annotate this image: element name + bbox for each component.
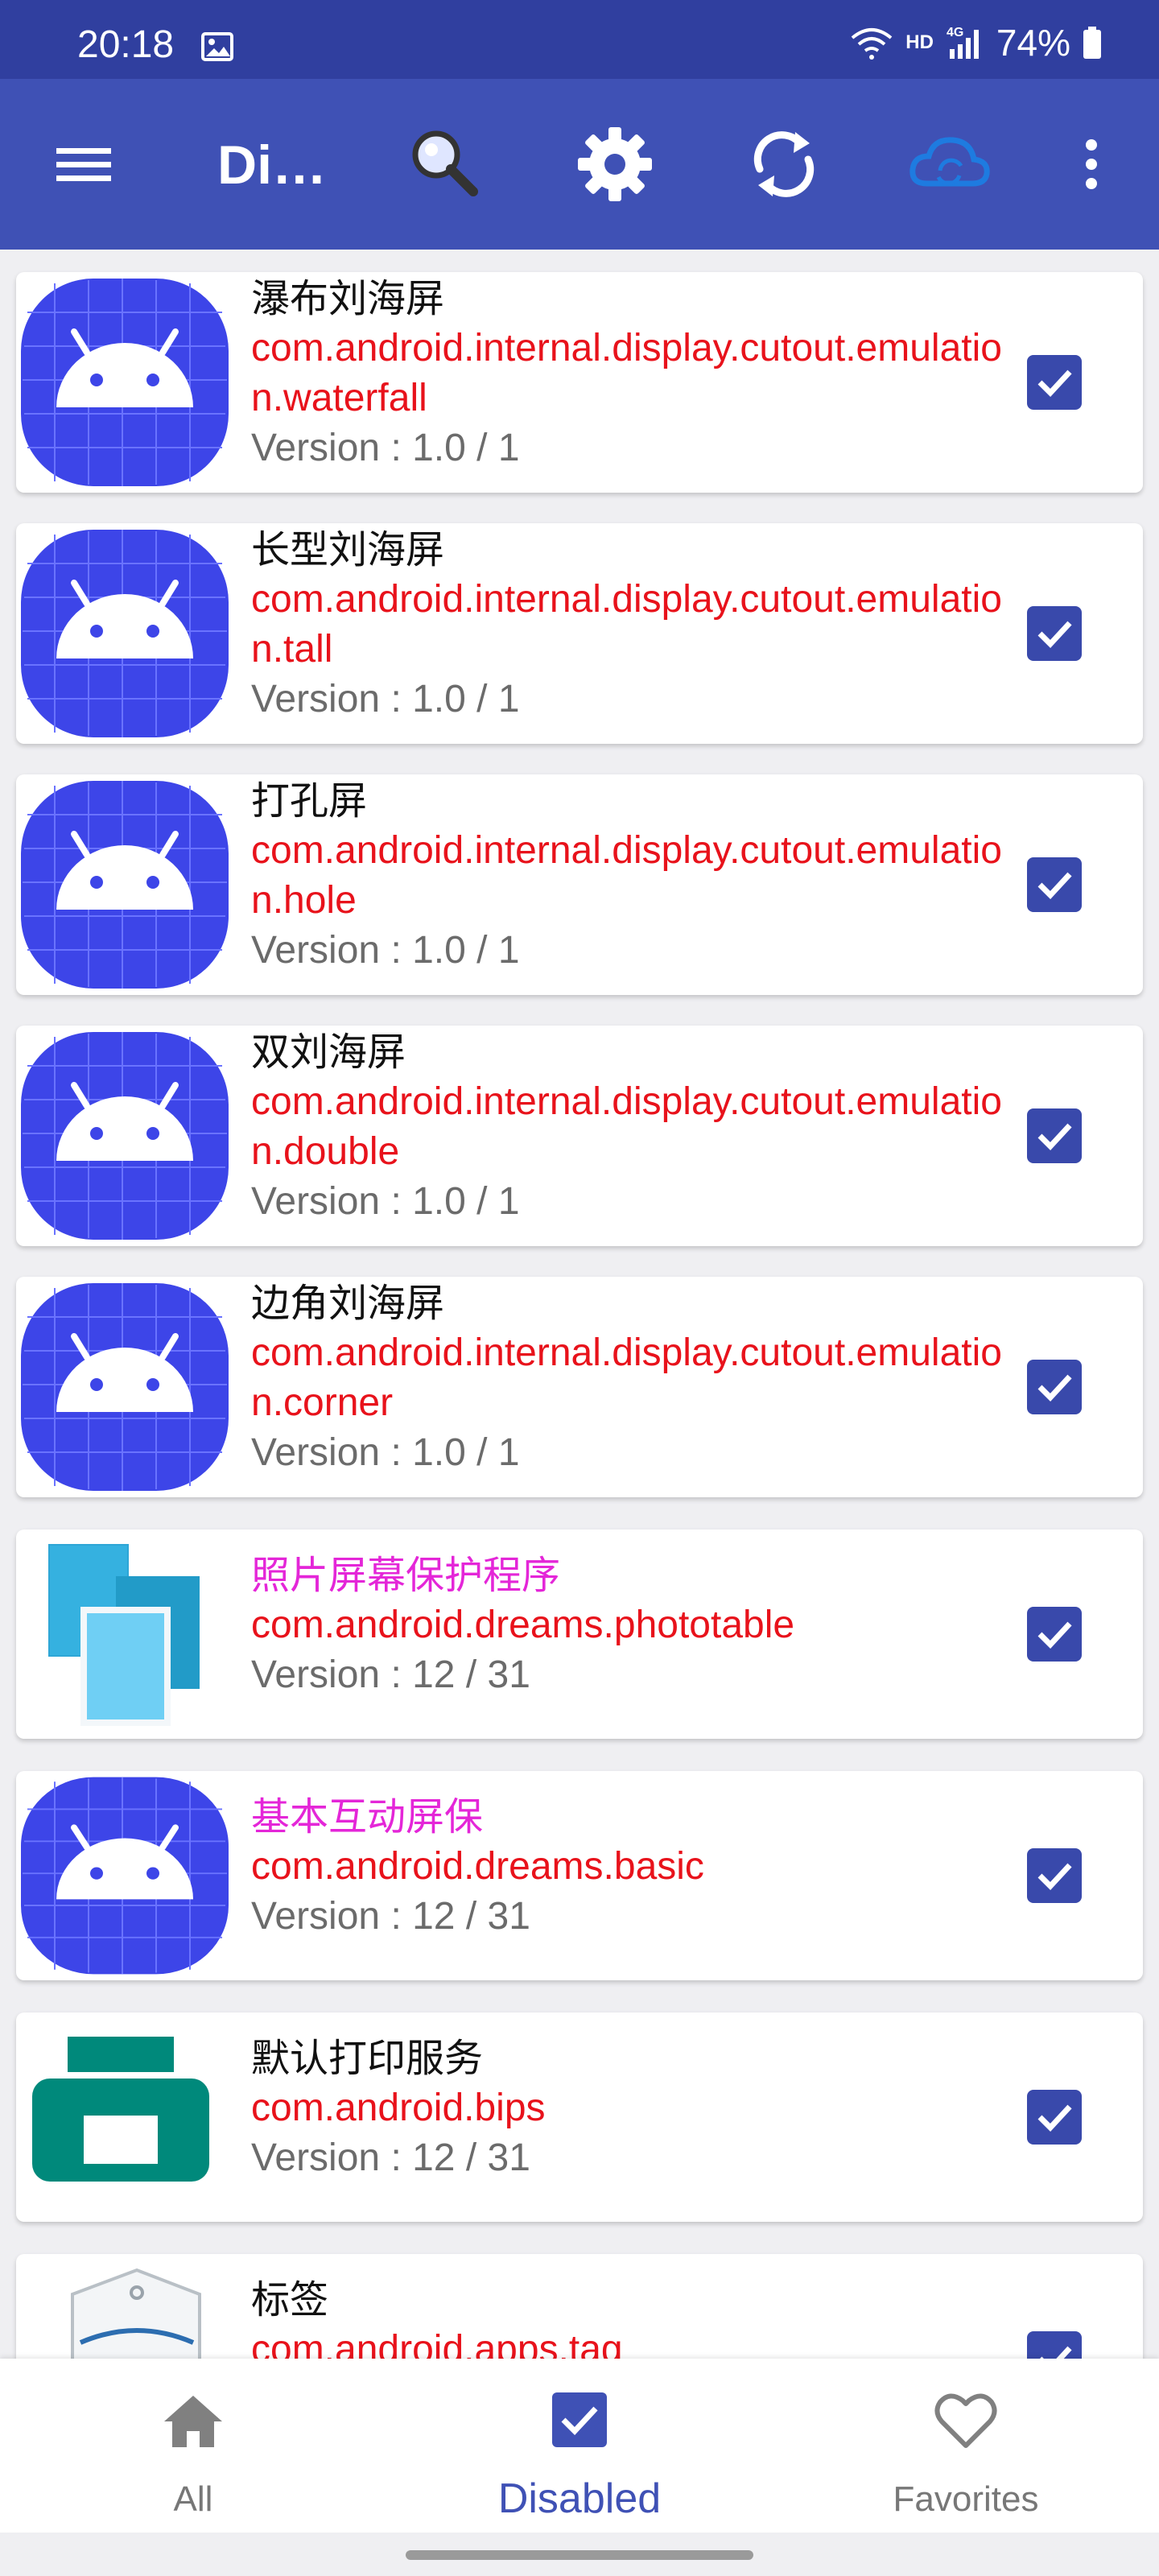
app-version: Version : 1.0 / 1 bbox=[251, 929, 520, 972]
app-list-item[interactable]: 照片屏幕保护程序 com.android.dreams.phototable V… bbox=[16, 1530, 1143, 1739]
battery-percent: 74% bbox=[996, 22, 1070, 64]
app-version: Version : 12 / 31 bbox=[251, 2136, 530, 2179]
app-list-item[interactable]: 长型刘海屏 com.android.internal.display.cutou… bbox=[16, 523, 1143, 744]
app-label: 双刘海屏 bbox=[251, 1031, 406, 1074]
checkmark-icon bbox=[1037, 621, 1072, 649]
home-icon bbox=[164, 2396, 222, 2447]
cloud-sync-icon[interactable] bbox=[905, 119, 995, 209]
app-package: com.android.dreams.basic bbox=[251, 1845, 704, 1888]
settings-gear-icon[interactable] bbox=[570, 119, 660, 209]
app-list-item[interactable]: 打孔屏 com.android.internal.display.cutout.… bbox=[16, 774, 1143, 995]
wifi-icon bbox=[851, 28, 893, 60]
app-version: Version : 1.0 / 1 bbox=[251, 678, 520, 720]
app-list-item[interactable]: 默认打印服务 com.android.bips Version : 12 / 3… bbox=[16, 2013, 1143, 2222]
app-package: com.android.internal.display.cutout.emul… bbox=[251, 829, 1002, 922]
app-label: 长型刘海屏 bbox=[251, 529, 445, 572]
app-list-item[interactable]: 标签 com.android.apps.tag bbox=[16, 2254, 1143, 2359]
checkmark-icon bbox=[1040, 2346, 1072, 2359]
android-icon bbox=[21, 1777, 229, 1975]
app-version: Version : 12 / 31 bbox=[251, 1895, 530, 1938]
app-list-item[interactable]: 基本互动屏保 com.android.dreams.basic Version … bbox=[16, 1771, 1143, 1980]
app-package: com.android.apps.tag bbox=[251, 2328, 623, 2359]
app-label: 瀑布刘海屏 bbox=[251, 278, 445, 320]
disable-checkbox[interactable] bbox=[1027, 1360, 1082, 1414]
refresh-icon[interactable] bbox=[739, 119, 829, 209]
app-version: Version : 1.0 / 1 bbox=[251, 427, 520, 469]
search-icon[interactable] bbox=[399, 119, 489, 209]
checkmark-icon bbox=[1037, 872, 1072, 900]
checkmark-icon bbox=[1037, 1621, 1072, 1649]
disable-checkbox[interactable] bbox=[1027, 857, 1082, 912]
printer-icon bbox=[32, 2037, 209, 2182]
app-label: 边角刘海屏 bbox=[251, 1282, 445, 1325]
android-icon bbox=[21, 279, 229, 486]
page-title: Disabled bbox=[217, 134, 330, 196]
disable-checkbox[interactable] bbox=[1027, 2331, 1082, 2359]
menu-icon[interactable] bbox=[39, 119, 129, 209]
android-icon bbox=[21, 1283, 229, 1491]
battery-icon bbox=[1083, 27, 1101, 59]
android-icon bbox=[21, 530, 229, 737]
checkmark-icon bbox=[1037, 369, 1072, 398]
app-version: Version : 1.0 / 1 bbox=[251, 1431, 520, 1474]
status-bar: 20:18 HD 4G 74% bbox=[0, 0, 1159, 79]
gesture-navigation-bar bbox=[0, 2533, 1159, 2576]
nav-label: Disabled bbox=[497, 2475, 662, 2522]
disable-checkbox[interactable] bbox=[1027, 1607, 1082, 1662]
nav-label: All bbox=[173, 2479, 213, 2519]
network-hd-indicator: HD bbox=[905, 31, 934, 53]
app-package: com.android.internal.display.cutout.emul… bbox=[251, 1331, 1002, 1424]
app-list-item[interactable]: 边角刘海屏 com.android.internal.display.cutou… bbox=[16, 1277, 1143, 1497]
nav-tab-all[interactable]: All bbox=[0, 2359, 386, 2533]
app-version: Version : 12 / 31 bbox=[251, 1653, 530, 1696]
tag-icon bbox=[71, 2268, 201, 2359]
checkmark-icon bbox=[1037, 1863, 1072, 1891]
app-label: 打孔屏 bbox=[251, 780, 368, 823]
app-list-item[interactable]: 瀑布刘海屏 com.android.internal.display.cutou… bbox=[16, 272, 1143, 493]
checkbox-icon bbox=[552, 2392, 607, 2447]
app-list[interactable]: 瀑布刘海屏 com.android.internal.display.cutou… bbox=[0, 250, 1159, 2359]
disable-checkbox[interactable] bbox=[1027, 1848, 1082, 1903]
home-gesture-handle[interactable] bbox=[406, 2550, 753, 2560]
android-icon bbox=[21, 1032, 229, 1240]
nav-tab-disabled[interactable]: Disabled bbox=[386, 2359, 773, 2533]
bottom-navigation: All Disabled Favorites bbox=[0, 2359, 1159, 2533]
nav-tab-favorites[interactable]: Favorites bbox=[773, 2359, 1159, 2533]
android-icon bbox=[21, 781, 229, 989]
app-package: com.android.internal.display.cutout.emul… bbox=[251, 578, 1002, 671]
app-package: com.android.internal.display.cutout.emul… bbox=[251, 1080, 1002, 1173]
app-package: com.android.bips bbox=[251, 2087, 546, 2129]
disable-checkbox[interactable] bbox=[1027, 1108, 1082, 1163]
disable-checkbox[interactable] bbox=[1027, 2090, 1082, 2145]
app-list-item[interactable]: 双刘海屏 com.android.internal.display.cutout… bbox=[16, 1026, 1143, 1246]
app-bar: Disabled bbox=[0, 79, 1159, 250]
app-package: com.android.dreams.phototable bbox=[251, 1604, 795, 1646]
app-package: com.android.internal.display.cutout.emul… bbox=[251, 327, 1002, 419]
app-version: Version : 1.0 / 1 bbox=[251, 1180, 520, 1223]
app-label: 默认打印服务 bbox=[251, 2037, 484, 2080]
signal-icon: 4G bbox=[947, 26, 979, 59]
gallery-notification-icon bbox=[201, 32, 233, 61]
more-options-icon[interactable] bbox=[1046, 119, 1136, 209]
status-time: 20:18 bbox=[77, 23, 175, 66]
checkmark-icon bbox=[1037, 1374, 1072, 1402]
photo-table-icon bbox=[48, 1544, 200, 1726]
disable-checkbox[interactable] bbox=[1027, 606, 1082, 661]
checkmark-icon bbox=[1037, 1123, 1072, 1151]
app-label: 标签 bbox=[251, 2279, 329, 2322]
app-label: 照片屏幕保护程序 bbox=[251, 1554, 561, 1597]
disable-checkbox[interactable] bbox=[1027, 355, 1082, 410]
app-label: 基本互动屏保 bbox=[251, 1796, 484, 1839]
svg-text:4G: 4G bbox=[947, 26, 963, 39]
nav-label: Favorites bbox=[893, 2479, 1039, 2519]
checkmark-icon bbox=[1037, 2104, 1072, 2132]
heart-icon bbox=[934, 2393, 997, 2448]
